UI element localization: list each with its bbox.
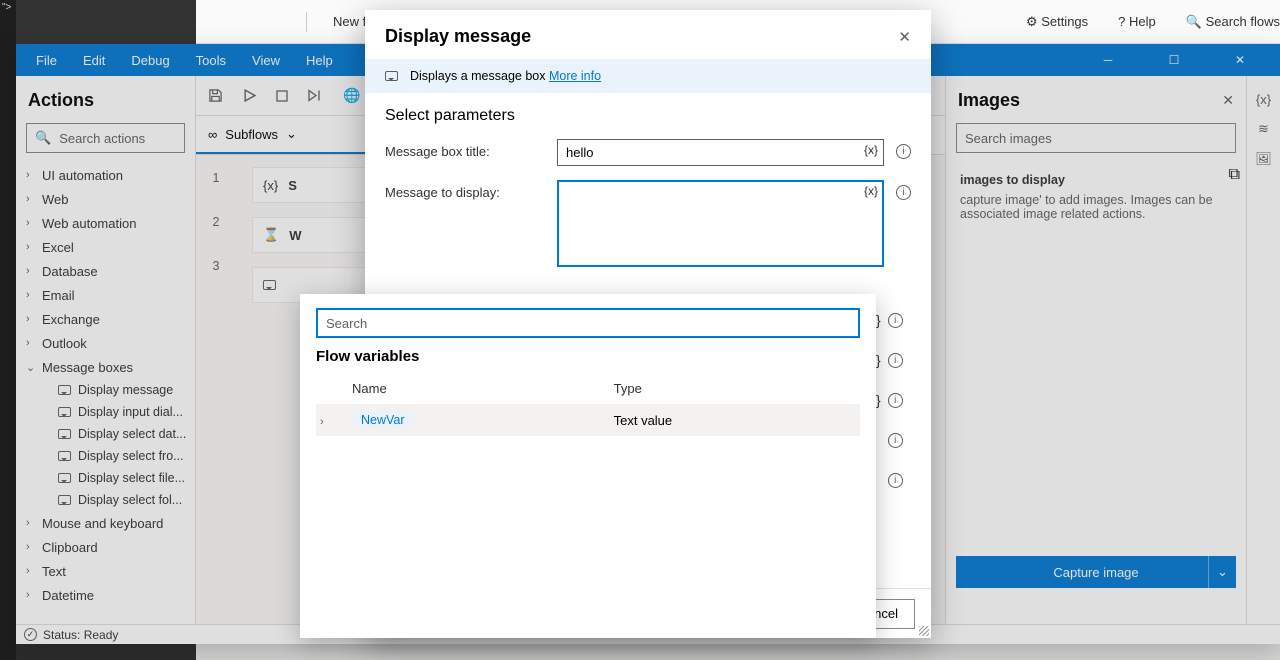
variable-search-placeholder: Search [326,316,367,331]
search-flows-link[interactable]: 🔍 Search flows [1186,14,1280,30]
info-icon[interactable]: i [888,393,903,408]
variable-type: Text value [610,404,860,436]
insert-variable-button[interactable]: {x} [864,143,878,157]
message-icon [385,71,398,81]
settings-link[interactable]: ⚙ Settings [1026,14,1088,30]
variable-table: Name Type › NewVar Text value [316,373,860,436]
variable-search[interactable]: Search [316,308,860,338]
variable-section-title: Flow variables [316,348,860,365]
info-icon[interactable]: i [888,353,903,368]
resize-grip[interactable] [919,626,929,636]
param-message-input[interactable] [557,180,884,267]
variable-picker: Search Flow variables Name Type › NewVar… [300,294,876,638]
help-link[interactable]: ? Help [1118,14,1156,29]
info-icon[interactable]: i [896,185,911,200]
more-info-link[interactable]: More info [549,69,601,83]
vscode-gutter: "> [0,0,16,660]
chevron-right-icon: › [320,416,330,428]
info-icon[interactable]: i [896,144,911,159]
dialog-section-title: Select parameters [385,107,911,125]
dialog-close-button[interactable]: ✕ [898,28,911,46]
col-type: Type [610,373,860,404]
variable-chip[interactable]: NewVar [352,412,414,428]
param-title-label: Message box title: [385,139,545,159]
col-name: Name [348,373,610,404]
param-title-input[interactable] [557,139,884,166]
variable-row[interactable]: › NewVar Text value [316,404,860,436]
param-message-label: Message to display: [385,180,545,200]
dialog-info-bar: Displays a message box More info [365,59,931,93]
info-icon[interactable]: i [888,473,903,488]
insert-variable-button[interactable]: {x} [864,184,878,198]
param-info-column: }i }i }i }i }i [876,312,903,488]
info-icon[interactable]: i [888,313,903,328]
info-icon[interactable]: i [888,433,903,448]
dialog-title: Display message [385,26,531,47]
